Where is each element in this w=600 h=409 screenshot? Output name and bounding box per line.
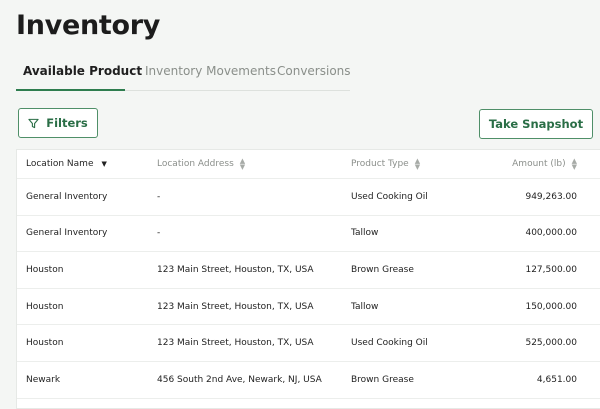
cell-product-type: Used Cooking Oil bbox=[351, 191, 428, 202]
cell-amount: 525,000.00 bbox=[525, 338, 577, 349]
sort-icon: ▲ ▼ bbox=[239, 157, 246, 171]
table-row[interactable]: Newark 456 South 2nd Ave, Newark, NJ, US… bbox=[17, 362, 600, 399]
table-row[interactable]: Houston 123 Main Street, Houston, TX, US… bbox=[17, 325, 600, 362]
cell-location-address: 123 Main Street, Houston, TX, USA bbox=[157, 301, 314, 312]
tab-available-product[interactable]: Available Product bbox=[23, 64, 142, 78]
sort-icon: ▲ ▼ bbox=[414, 157, 421, 171]
sort-desc-icon: ▼ bbox=[101, 160, 107, 168]
column-header-product-type[interactable]: Product Type ▲ ▼ bbox=[351, 150, 420, 178]
filters-label: Filters bbox=[46, 116, 88, 130]
column-header-location-name[interactable]: Location Name ▼ bbox=[26, 150, 107, 178]
cell-amount: 150,000.00 bbox=[525, 301, 577, 312]
inventory-table: Location Name ▼ Location Address ▲ ▼ Prod… bbox=[16, 149, 600, 409]
take-snapshot-label: Take Snapshot bbox=[488, 117, 584, 131]
cell-location-address: 456 South 2nd Ave, Newark, NJ, USA bbox=[157, 374, 322, 385]
cell-location-name: General Inventory bbox=[26, 228, 108, 239]
cell-product-type: Tallow bbox=[351, 228, 379, 239]
cell-product-type: Tallow bbox=[351, 301, 379, 312]
cell-location-name: Houston bbox=[26, 264, 64, 275]
cell-product-type: Brown Grease bbox=[351, 374, 414, 385]
tab-bar: Available Product Inventory Movements Co… bbox=[16, 56, 351, 91]
table-row[interactable]: General Inventory - Tallow 400,000.00 bbox=[17, 216, 600, 253]
column-header-location-address[interactable]: Location Address ▲ ▼ bbox=[157, 150, 245, 178]
tab-conversions[interactable]: Conversions bbox=[277, 64, 351, 78]
cell-location-address: - bbox=[157, 191, 161, 202]
cell-amount: 949,263.00 bbox=[525, 191, 577, 202]
cell-amount: 127,500.00 bbox=[525, 264, 577, 275]
table-row[interactable]: Houston 123 Main Street, Houston, TX, US… bbox=[17, 289, 600, 326]
take-snapshot-button[interactable]: Take Snapshot bbox=[479, 109, 593, 139]
active-tab-indicator bbox=[16, 89, 125, 91]
tab-inventory-movements[interactable]: Inventory Movements bbox=[145, 64, 276, 78]
filters-button[interactable]: Filters bbox=[18, 108, 98, 138]
cell-amount: 4,651.00 bbox=[536, 374, 577, 385]
column-header-amount[interactable]: Amount (lb) ▲ ▼ bbox=[512, 150, 577, 178]
cell-location-name: General Inventory bbox=[26, 191, 108, 202]
cell-location-name: Houston bbox=[26, 338, 64, 349]
cell-location-address: 123 Main Street, Houston, TX, USA bbox=[157, 338, 314, 349]
sort-icon: ▲ ▼ bbox=[571, 157, 577, 171]
cell-product-type: Brown Grease bbox=[351, 264, 414, 275]
cell-location-address: - bbox=[157, 228, 161, 239]
cell-location-name: Houston bbox=[26, 301, 64, 312]
table-row[interactable]: Houston 123 Main Street, Houston, TX, US… bbox=[17, 252, 600, 289]
filter-icon bbox=[28, 118, 39, 128]
cell-product-type: Used Cooking Oil bbox=[351, 338, 428, 349]
table-row[interactable]: General Inventory - Used Cooking Oil 949… bbox=[17, 179, 600, 216]
cell-location-address: 123 Main Street, Houston, TX, USA bbox=[157, 264, 314, 275]
cell-location-name: Newark bbox=[26, 374, 61, 385]
cell-amount: 400,000.00 bbox=[525, 228, 577, 239]
table-header: Location Name ▼ Location Address ▲ ▼ Prod… bbox=[17, 150, 600, 179]
page-title: Inventory bbox=[16, 10, 161, 41]
